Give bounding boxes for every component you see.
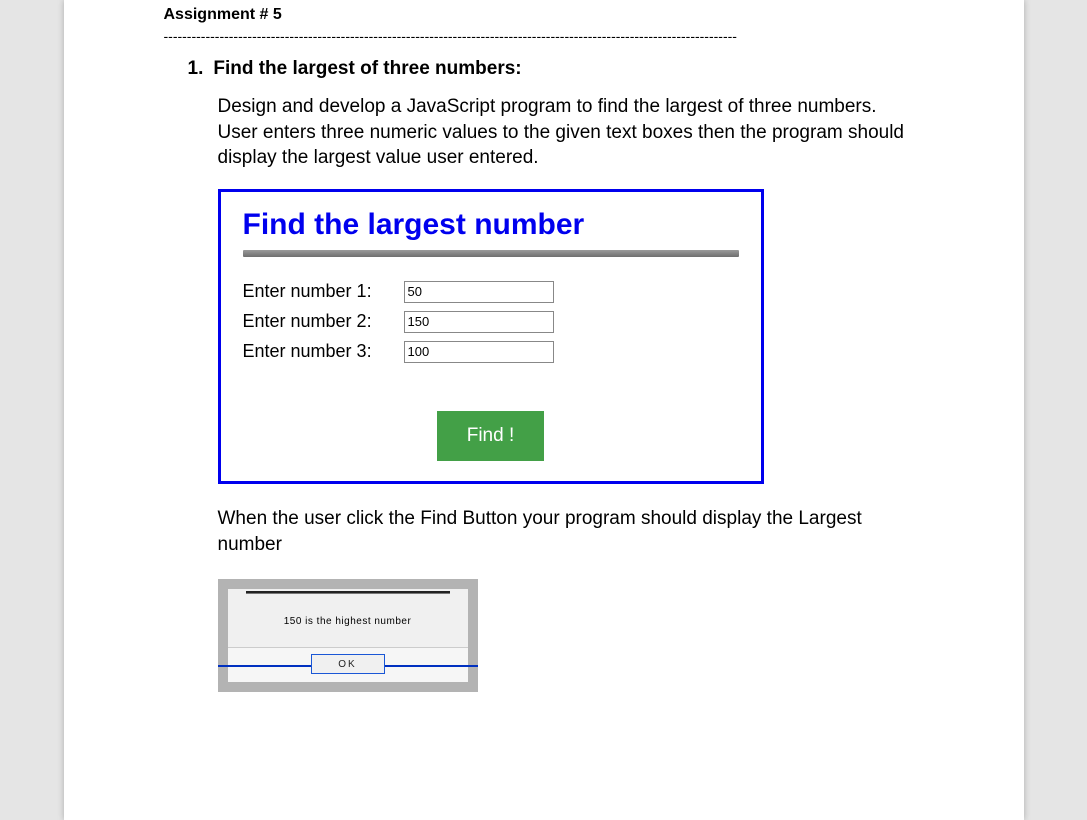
field-row-1: Enter number 1: [243,281,739,303]
app-heading: Find the largest number [243,208,739,242]
alert-dialog: 150 is the highest number OK [218,579,478,692]
number2-input[interactable] [404,311,554,333]
number3-input[interactable] [404,341,554,363]
find-button[interactable]: Find ! [437,411,545,461]
document-page: Assignment # 5 -------------------------… [64,0,1024,820]
field-row-2: Enter number 2: [243,311,739,333]
field-row-3: Enter number 3: [243,341,739,363]
find-button-wrap: Find ! [243,411,739,461]
divider-dashes: ----------------------------------------… [164,28,924,44]
number1-input[interactable] [404,281,554,303]
question-title: Find the largest of three numbers: [213,58,521,80]
question-number: 1. [188,58,204,80]
app-preview-box: Find the largest number Enter number 1: … [218,189,764,484]
number3-label: Enter number 3: [243,341,388,362]
number2-label: Enter number 2: [243,311,388,332]
post-app-text: When the user click the Find Button your… [218,506,914,557]
number1-label: Enter number 1: [243,281,388,302]
question-description: Design and develop a JavaScript program … [218,94,914,171]
dialog-message: 150 is the highest number [228,594,468,647]
dialog-button-row: OK [228,647,468,682]
content-area: Assignment # 5 -------------------------… [64,0,1024,692]
horizontal-rule [243,250,739,257]
assignment-title: Assignment # 5 [164,0,924,24]
question-header: 1. Find the largest of three numbers: [188,58,924,80]
ok-button[interactable]: OK [311,654,385,674]
